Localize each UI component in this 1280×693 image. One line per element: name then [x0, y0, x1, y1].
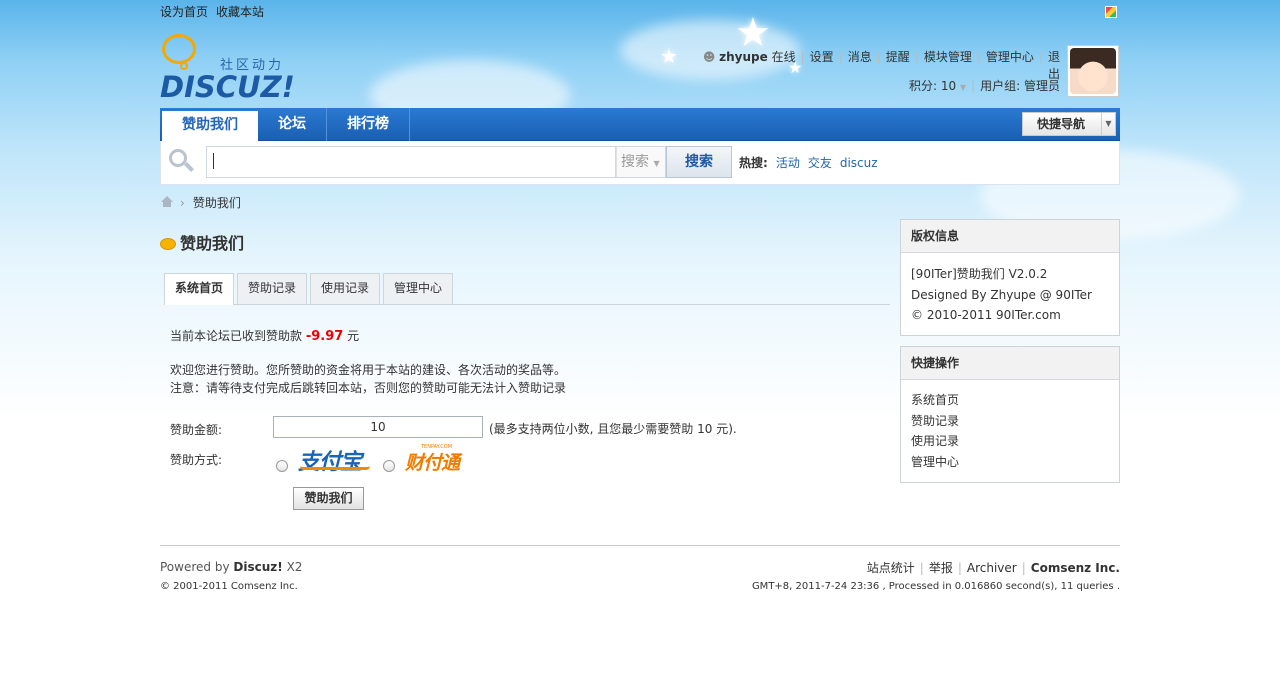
tab-home[interactable]: 系统首页 [164, 273, 235, 305]
powered-text: Powered by [160, 560, 230, 574]
points-link[interactable]: 积分: 10 ▼ [909, 79, 966, 93]
module-manage-link[interactable]: 模块管理 [924, 50, 972, 64]
main-nav: 赞助我们 论坛 排行榜 快捷导航 ▼ [160, 108, 1120, 141]
nav-item-ranking[interactable]: 排行榜 [327, 108, 410, 141]
archiver-link[interactable]: Archiver [967, 561, 1017, 575]
quick-nav-button[interactable]: 快捷导航 ▼ [1022, 112, 1116, 136]
chevron-down-icon: ▼ [653, 159, 660, 168]
amount-hint: (最多支持两位小数, 且您最少需要赞助 10 元). [489, 422, 737, 436]
currency-label: 元 [347, 329, 360, 343]
style-switch-icon[interactable] [1105, 6, 1117, 18]
footer-gmt: GMT+8, 2011-7-24 23:36 , Processed in 0.… [751, 581, 1120, 592]
search-type-select[interactable]: 搜索 ▼ [616, 146, 666, 178]
tab-sponsor-records[interactable]: 赞助记录 [237, 273, 308, 304]
user-group-link[interactable]: 用户组: 管理员 [980, 79, 1060, 93]
copyright-line: Designed By Zhyupe @ 90ITer [911, 287, 1092, 302]
chevron-right-icon: › [180, 196, 185, 210]
method-label: 赞助方式: [170, 453, 223, 467]
search-button[interactable]: 搜索 [666, 146, 732, 178]
alipay-swoosh [300, 466, 370, 470]
coin-icon [160, 238, 176, 250]
quick-link-admin-center[interactable]: 管理中心 [911, 452, 1109, 473]
welcome-text: 欢迎您进行赞助。您所赞助的资金将用于本站的建设、各次活动的奖品等。 [170, 363, 567, 377]
site-stats-link[interactable]: 站点统计 [867, 561, 915, 575]
hot-search-label: 热搜: [739, 156, 768, 170]
alipay-logo[interactable]: 支付宝 [298, 444, 378, 475]
breadcrumb: › 赞助我们 [160, 194, 1120, 212]
settings-link[interactable]: 设置 [810, 50, 834, 64]
copyright-title: 版权信息 [901, 220, 1119, 253]
username-link[interactable]: zhyupe [719, 50, 768, 64]
copyright-line: [90ITer]赞助我们 V2.0.2 [911, 267, 1048, 281]
quick-actions-title: 快捷操作 [901, 347, 1119, 380]
footer-links: 站点统计 | 举报 | Archiver | Comsenz Inc. [866, 561, 1120, 575]
amount-input[interactable]: 10 [273, 416, 483, 438]
donate-button[interactable]: 赞助我们 [293, 487, 364, 510]
received-text: 当前本论坛已收到赞助款 [170, 329, 303, 343]
site-logo[interactable]: 社区动力 DISCUZ! [160, 34, 300, 104]
home-icon[interactable] [160, 196, 174, 208]
messages-link[interactable]: 消息 [848, 50, 872, 64]
amount-label: 赞助金额: [170, 423, 223, 437]
footer: Powered by Discuz! X2 © 2001-2011 Comsen… [160, 545, 1120, 605]
online-status[interactable]: 在线 [772, 50, 796, 64]
notice-text: 注意：请等待支付完成后跳转回本站，否则您的赞助可能无法计入赞助记录 [170, 381, 567, 395]
alipay-logo-text: 支付宝 [298, 450, 362, 475]
quick-link-sponsor-records[interactable]: 赞助记录 [911, 411, 1109, 432]
received-info: 当前本论坛已收到赞助款 -9.97 元 [170, 327, 359, 344]
tab-usage-records[interactable]: 使用记录 [310, 273, 381, 304]
copyright-line: © 2010-2011 90ITer.com [911, 308, 1061, 322]
search-bar: 搜索 ▼ 搜索 热搜: 活动 交友 discuz [160, 141, 1120, 185]
tenpay-logo-text: 财付通 [405, 452, 460, 474]
search-type-label: 搜索 [621, 154, 649, 170]
admin-center-link[interactable]: 管理中心 [986, 50, 1034, 64]
hot-search-link[interactable]: 交友 [808, 156, 832, 170]
notices-link[interactable]: 提醒 [886, 50, 910, 64]
hot-search: 热搜: 活动 交友 discuz [739, 154, 878, 171]
avatar[interactable] [1067, 45, 1119, 97]
bookmark-link[interactable]: 收藏本站 [216, 5, 264, 19]
user-stats: 积分: 10 ▼ | 用户组: 管理员 [908, 79, 1060, 93]
comsenz-link[interactable]: Comsenz Inc. [1031, 561, 1120, 575]
welcome-info: 欢迎您进行赞助。您所赞助的资金将用于本站的建设、各次活动的奖品等。 注意：请等待… [170, 361, 566, 397]
tenpay-radio[interactable] [383, 460, 395, 472]
powered-by: Powered by Discuz! X2 [160, 560, 302, 574]
breadcrumb-current[interactable]: 赞助我们 [193, 196, 241, 210]
avatar-image [1070, 48, 1116, 94]
top-bar: 设为首页 收藏本站 [160, 0, 1120, 24]
chevron-down-icon: ▼ [959, 83, 967, 92]
alipay-radio[interactable] [276, 460, 288, 472]
quick-actions-box: 快捷操作 系统首页 赞助记录 使用记录 管理中心 [900, 346, 1120, 483]
search-icon [169, 149, 195, 175]
user-nav: ☻ zhyupe 在线 | 设置 | 消息 | 提醒 | 模块管理 | 管理中心 | 退出 [702, 50, 1060, 81]
user-icon: ☻ [702, 50, 716, 64]
quick-link-usage-records[interactable]: 使用记录 [911, 431, 1109, 452]
set-home-link[interactable]: 设为首页 [160, 5, 208, 19]
tenpay-logo[interactable]: TENPAY.COM 财付通 [405, 444, 485, 474]
text-cursor [213, 153, 214, 169]
discuz-link[interactable]: Discuz! [233, 560, 282, 574]
nav-item-forum[interactable]: 论坛 [258, 108, 327, 141]
copyright-box: 版权信息 [90ITer]赞助我们 V2.0.2 Designed By Zhy… [900, 219, 1120, 336]
quick-link-home[interactable]: 系统首页 [911, 390, 1109, 411]
chevron-down-icon[interactable]: ▼ [1101, 113, 1115, 135]
hot-search-link[interactable]: discuz [840, 156, 878, 170]
tab-admin-center[interactable]: 管理中心 [383, 273, 454, 304]
star-icon: ★ [660, 44, 678, 68]
logo-name: DISCUZ! [160, 70, 295, 104]
nav-item-sponsor[interactable]: 赞助我们 [162, 111, 258, 141]
hot-search-link[interactable]: 活动 [776, 156, 800, 170]
page-title: 赞助我们 [160, 230, 245, 253]
logo-bubble-icon [162, 34, 196, 64]
report-link[interactable]: 举报 [929, 561, 953, 575]
quick-nav-label: 快捷导航 [1037, 117, 1086, 131]
page-title-text: 赞助我们 [180, 234, 245, 253]
search-input[interactable] [206, 146, 616, 178]
logo-bubble-icon [180, 62, 188, 70]
version-text: X2 [286, 560, 303, 574]
tab-bar: 系统首页 赞助记录 使用记录 管理中心 [164, 273, 890, 305]
received-amount: -9.97 [305, 329, 344, 344]
footer-copyright: © 2001-2011 Comsenz Inc. [160, 581, 298, 592]
points-text: 积分: 10 [908, 79, 957, 93]
